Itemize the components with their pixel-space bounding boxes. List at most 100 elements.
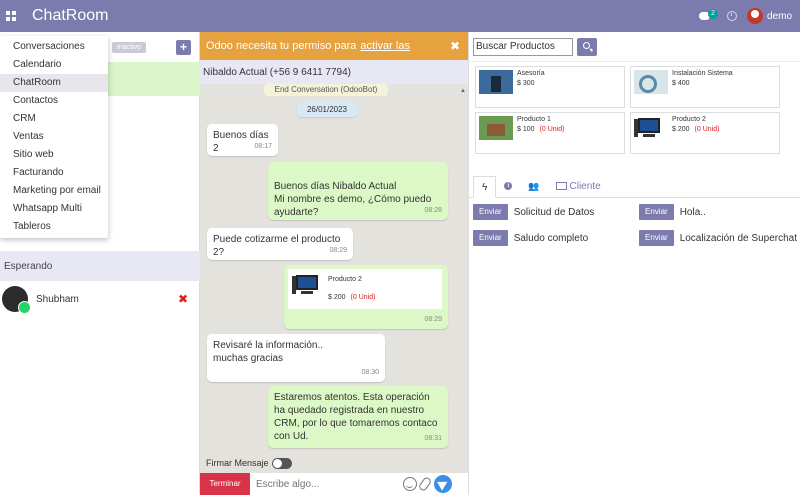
message-thread[interactable]: End Conversation (OdooBot) 26/01/2023 Bu… (200, 84, 468, 482)
product-item[interactable]: Asesoría $ 300 (475, 66, 625, 108)
message-text: Revisaré la información.. muchas gracias (213, 340, 324, 364)
send-quick-reply-button[interactable]: Enviar (473, 230, 508, 246)
tab-client-label: Cliente (569, 180, 601, 192)
product-search-input[interactable] (473, 37, 573, 56)
chat-contact-header: Nibaldo Actual (+56 9 6411 7794) (200, 60, 468, 84)
message-text: Puede cotizarme el producto 2? (213, 234, 341, 258)
product-name: Producto 2 (672, 116, 706, 123)
menu-item-sitio-web[interactable]: Sitio web (0, 146, 108, 164)
apps-dropdown-menu: Conversaciones Calendario ChatRoom Conta… (0, 36, 108, 238)
computer-image (292, 273, 322, 297)
chat-panel: Odoo necesita tu permiso para activar la… (200, 32, 468, 495)
attachment-icon[interactable] (417, 475, 433, 493)
send-quick-reply-button[interactable]: Enviar (639, 230, 674, 246)
composer: Terminar (200, 473, 468, 495)
menu-item-crm[interactable]: CRM (0, 110, 108, 128)
send-quick-reply-button[interactable]: Enviar (473, 204, 508, 220)
quick-reply-label: Localización de Superchat (679, 232, 797, 244)
tab-info[interactable]: i (496, 175, 520, 197)
quick-reply-item: Enviar Solicitud de Datos (473, 203, 594, 221)
date-separator: 26/01/2023 (297, 102, 357, 117)
product-card[interactable]: Producto 2 $ 200 (0 Unid) (288, 269, 442, 309)
waiting-contact-item[interactable]: Shubham ✖ (0, 283, 200, 315)
tab-client[interactable]: Cliente (548, 175, 609, 197)
product-price: $ 100 (0 Unid) (517, 126, 565, 133)
emoji-icon[interactable] (403, 477, 417, 491)
chat-scrollbar[interactable]: ▲ ▼ (459, 84, 467, 479)
enable-notifications-link[interactable]: activar las (360, 40, 410, 52)
system-note: End Conversation (OdooBot) (264, 84, 388, 96)
search-icon (583, 41, 590, 49)
notification-badge: 2 (707, 9, 718, 19)
users-icon: 👥 (528, 180, 540, 191)
tools-panel: Asesoría $ 300 Instalación Sistema $ 400… (468, 32, 800, 495)
send-quick-reply-button[interactable]: Enviar (639, 204, 674, 220)
user-name: demo (766, 10, 792, 22)
bolt-icon: ϟ (482, 181, 488, 193)
send-button[interactable] (434, 475, 452, 493)
product-price: $ 200 (0 Unid) (328, 294, 376, 301)
sign-message-row: Firmar Mensaje (200, 454, 468, 472)
close-permission-icon[interactable]: ✖ (450, 39, 460, 53)
top-navbar: ChatRoom 2 demo (0, 0, 800, 32)
scroll-up-icon[interactable]: ▲ (459, 88, 467, 94)
tab-quick-replies[interactable]: ϟ (473, 176, 497, 198)
product-name: Instalación Sistema (672, 70, 733, 77)
messaging-icon[interactable]: 2 (698, 9, 718, 23)
menu-item-contactos[interactable]: Contactos (0, 92, 108, 110)
user-menu[interactable]: demo (746, 8, 792, 24)
installation-image (634, 70, 668, 94)
quick-reply-item: Enviar Localización de Superchat (639, 229, 797, 247)
menu-item-marketing-email[interactable]: Marketing por email (0, 182, 108, 200)
search-button[interactable] (577, 37, 597, 56)
product-price: $ 300 (517, 80, 535, 87)
quick-reply-label: Saludo completo (513, 232, 589, 244)
contact-name: Shubham (36, 293, 79, 305)
quick-reply-item: Enviar Saludo completo (473, 229, 588, 247)
product-item[interactable]: Instalación Sistema $ 400 (630, 66, 780, 108)
message-text: Estaremos atentos. Esta operación ha que… (274, 392, 438, 442)
product-grid: Asesoría $ 300 Instalación Sistema $ 400… (475, 66, 785, 154)
menu-item-tableros[interactable]: Tableros (0, 218, 108, 236)
message-time: 08:29 (424, 316, 442, 323)
activity-clock-icon[interactable] (726, 11, 737, 21)
remove-contact-icon[interactable]: ✖ (178, 292, 188, 306)
computer-image (634, 116, 668, 140)
apps-menu-icon[interactable] (6, 11, 16, 21)
message-outgoing-product: Producto 2 $ 200 (0 Unid) 08:29 (284, 265, 448, 329)
menu-item-whatsapp-multi[interactable]: Whatsapp Multi (0, 200, 108, 218)
product-item[interactable]: Producto 2 $ 200 (0 Unid) (630, 112, 780, 154)
menu-item-calendario[interactable]: Calendario (0, 56, 108, 74)
sign-message-label: Firmar Mensaje (206, 458, 269, 468)
message-time: 08:30 (361, 369, 379, 376)
consulting-image (479, 70, 513, 94)
message-incoming: Buenos días 2 08:17 (207, 124, 278, 156)
product-price: $ 400 (672, 80, 690, 87)
end-conversation-button[interactable]: Terminar (200, 473, 250, 495)
message-time: 08:17 (254, 143, 272, 150)
inactive-status-badge[interactable]: Inactivo (111, 41, 146, 53)
message-input[interactable] (250, 478, 400, 490)
whatsapp-icon (18, 301, 31, 314)
menu-item-facturando[interactable]: Facturando (0, 164, 108, 182)
sign-message-toggle[interactable] (271, 457, 292, 469)
product-name: Producto 1 (517, 116, 551, 123)
message-time: 08:28 (424, 207, 442, 214)
id-card-icon (555, 182, 567, 190)
menu-item-ventas[interactable]: Ventas (0, 128, 108, 146)
product-search-bar (469, 32, 800, 62)
message-time: 08:31 (424, 435, 442, 442)
contact-avatar (2, 286, 31, 314)
tools-tabs: ϟ i 👥 Cliente (469, 176, 800, 198)
product-item[interactable]: Producto 1 $ 100 (0 Unid) (475, 112, 625, 154)
menu-item-conversaciones[interactable]: Conversaciones (0, 38, 108, 56)
quick-reply-label: Hola.. (679, 206, 706, 218)
notification-permission-bar: Odoo necesita tu permiso para activar la… (200, 32, 468, 60)
product-stock: (0 Unid) (350, 294, 376, 301)
tab-users[interactable]: 👥 (520, 175, 547, 197)
quick-reply-item: Enviar Hola.. (639, 203, 706, 221)
app-brand[interactable]: ChatRoom (32, 7, 108, 25)
permission-text: Odoo necesita tu permiso para (206, 40, 357, 52)
add-conversation-button[interactable]: + (176, 39, 191, 55)
menu-item-chatroom[interactable]: ChatRoom (0, 74, 108, 92)
